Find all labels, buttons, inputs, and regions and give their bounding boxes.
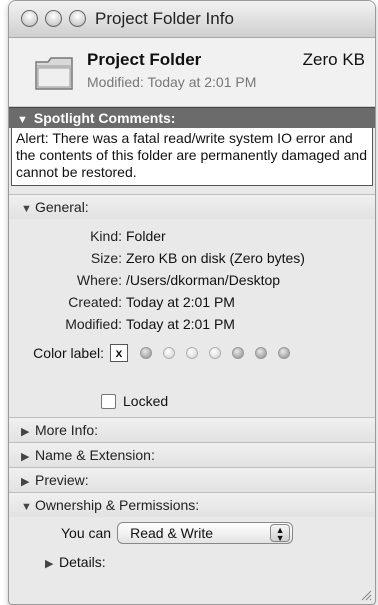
title-bar[interactable]: Project Folder Info [9,1,375,38]
color-label-swatch[interactable] [209,347,221,359]
section-name-extension[interactable]: ▶ Name & Extension: [9,442,375,467]
color-label-swatch[interactable] [255,347,267,359]
locked-checkbox[interactable] [101,393,116,409]
spotlight-comments-header[interactable]: ▼ Spotlight Comments: [9,107,375,128]
disclosure-collapsed-icon: ▶ [21,476,30,488]
color-label-swatch[interactable] [278,347,290,359]
info-label: Modified: [65,316,122,332]
section-general[interactable]: ▼ General: [9,194,375,219]
color-label-text: Color label: [33,345,104,361]
item-name: Project Folder [87,50,202,69]
section-preview[interactable]: ▶ Preview: [9,467,375,492]
disclosure-collapsed-icon: ▶ [45,558,54,570]
info-label: Size: [90,250,122,266]
permissions-row: You can Read & Write ▲ ▼ [9,517,375,549]
info-row-kind: Kind: Folder [9,225,375,247]
section-general-label: General: [35,199,89,215]
info-label: Kind: [90,228,122,244]
info-value: Folder [126,228,166,244]
details-disclosure[interactable]: ▶ Details: [9,549,375,575]
permissions-value: Read & Write [130,525,214,541]
window-title: Project Folder Info [95,9,234,28]
color-label-row: Color label: x [9,341,375,365]
color-label-swatch[interactable] [163,347,175,359]
info-row-created: Created: Today at 2:01 PM [9,291,375,313]
item-modified: Modified: Today at 2:01 PM [87,74,257,90]
item-size: Zero KB [302,50,365,69]
section-name-extension-label: Name & Extension: [35,447,155,463]
you-can-label: You can [61,525,112,541]
info-label: Where: [76,272,122,288]
disclosure-collapsed-icon: ▶ [21,426,30,438]
disclosure-collapsed-icon: ▶ [21,451,30,463]
color-label-swatch[interactable] [186,347,198,359]
minimize-button[interactable] [45,10,62,27]
close-button[interactable] [21,10,38,27]
item-header: Project Folder Zero KB Modified: Today a… [9,38,375,107]
color-label-swatch[interactable] [232,347,244,359]
info-value: Today at 2:01 PM [126,316,235,332]
general-panel: Kind: Folder Size: Zero KB on disk (Zero… [9,219,375,417]
section-ownership-label: Ownership & Permissions: [35,497,200,513]
info-row-modified: Modified: Today at 2:01 PM [9,313,375,335]
locked-label: Locked [123,393,169,409]
color-label-swatch[interactable] [140,347,152,359]
section-preview-label: Preview: [35,472,89,488]
folder-icon [35,57,73,90]
resize-grip-icon[interactable] [360,589,372,601]
disclosure-expanded-icon: ▼ [21,501,32,513]
info-label: Created: [68,294,122,310]
spotlight-comments-field[interactable]: Alert: There was a fatal read/write syst… [11,128,373,186]
window-controls [21,10,86,27]
info-value: Zero KB on disk (Zero bytes) [126,250,305,266]
info-value: Today at 2:01 PM [126,294,235,310]
section-more-info-label: More Info: [35,422,99,438]
details-label: Details: [59,554,106,570]
zoom-button[interactable] [69,10,86,27]
spotlight-label: Spotlight Comments: [33,110,176,126]
color-label-none[interactable]: x [110,344,128,362]
info-row-size: Size: Zero KB on disk (Zero bytes) [9,247,375,269]
locked-row[interactable]: Locked [9,393,375,409]
section-more-info[interactable]: ▶ More Info: [9,417,375,442]
info-row-where: Where: /Users/dkorman/Desktop [9,269,375,291]
popup-arrows-icon: ▲ ▼ [270,524,291,543]
disclosure-expanded-icon: ▼ [17,114,28,126]
section-ownership[interactable]: ▼ Ownership & Permissions: [9,492,375,517]
permissions-popup[interactable]: Read & Write ▲ ▼ [117,522,294,544]
info-value: /Users/dkorman/Desktop [126,272,281,288]
disclosure-expanded-icon: ▼ [21,203,32,215]
info-window: Project Folder Info Project Folder Zero … [8,0,376,605]
